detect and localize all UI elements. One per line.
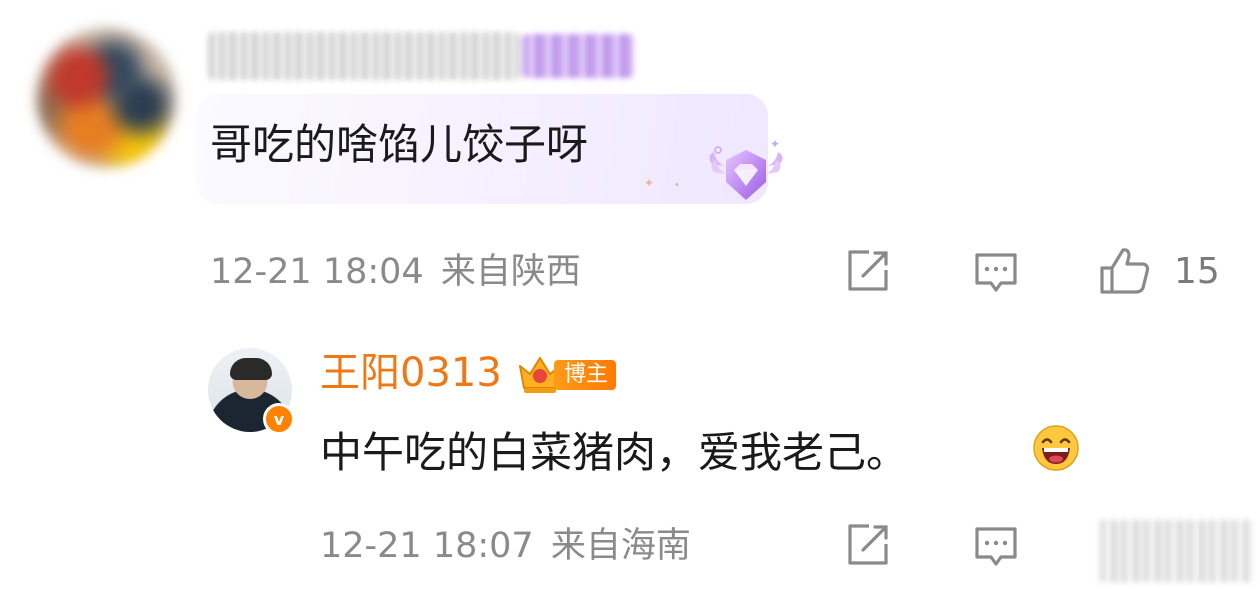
comment-meta: 12-21 18:04 来自陕西: [210, 252, 581, 292]
commenter-name-blurred[interactable]: [208, 32, 520, 80]
commenter-avatar[interactable]: [36, 28, 176, 168]
commenter-badge-blurred: [522, 34, 634, 78]
comment-time: 12-21 18:04: [210, 252, 424, 292]
comment-location: 来自陕西: [440, 252, 581, 292]
reply-location: 来自海南: [550, 526, 691, 566]
like-count: 15: [1174, 251, 1220, 292]
like-icon[interactable]: [1099, 246, 1151, 296]
comment-text: 哥吃的啥馅儿饺子呀: [210, 120, 589, 169]
reply-meta: 12-21 18:07 来自海南: [320, 526, 691, 566]
reply-time: 12-21 18:07: [320, 526, 534, 566]
blogger-tag: 博主: [554, 360, 617, 390]
gem-badge-icon: ✦: [709, 138, 783, 200]
repost-icon[interactable]: [845, 248, 891, 294]
sparkle-icon: •: [674, 180, 680, 191]
sparkle-icon: ✦: [644, 176, 655, 190]
reply-like-blurred[interactable]: [1100, 520, 1252, 582]
reply-repost-icon[interactable]: [845, 522, 891, 568]
reply-comment-icon[interactable]: [973, 524, 1019, 570]
laugh-emoji-icon: [1033, 425, 1079, 471]
reply-text: 中午吃的白菜猪肉，爱我老己。: [320, 428, 909, 477]
comment-icon[interactable]: [973, 250, 1019, 296]
verified-icon: v: [263, 403, 295, 435]
svg-text:✦: ✦: [770, 138, 780, 151]
replier-username[interactable]: 王阳0313: [320, 350, 502, 396]
